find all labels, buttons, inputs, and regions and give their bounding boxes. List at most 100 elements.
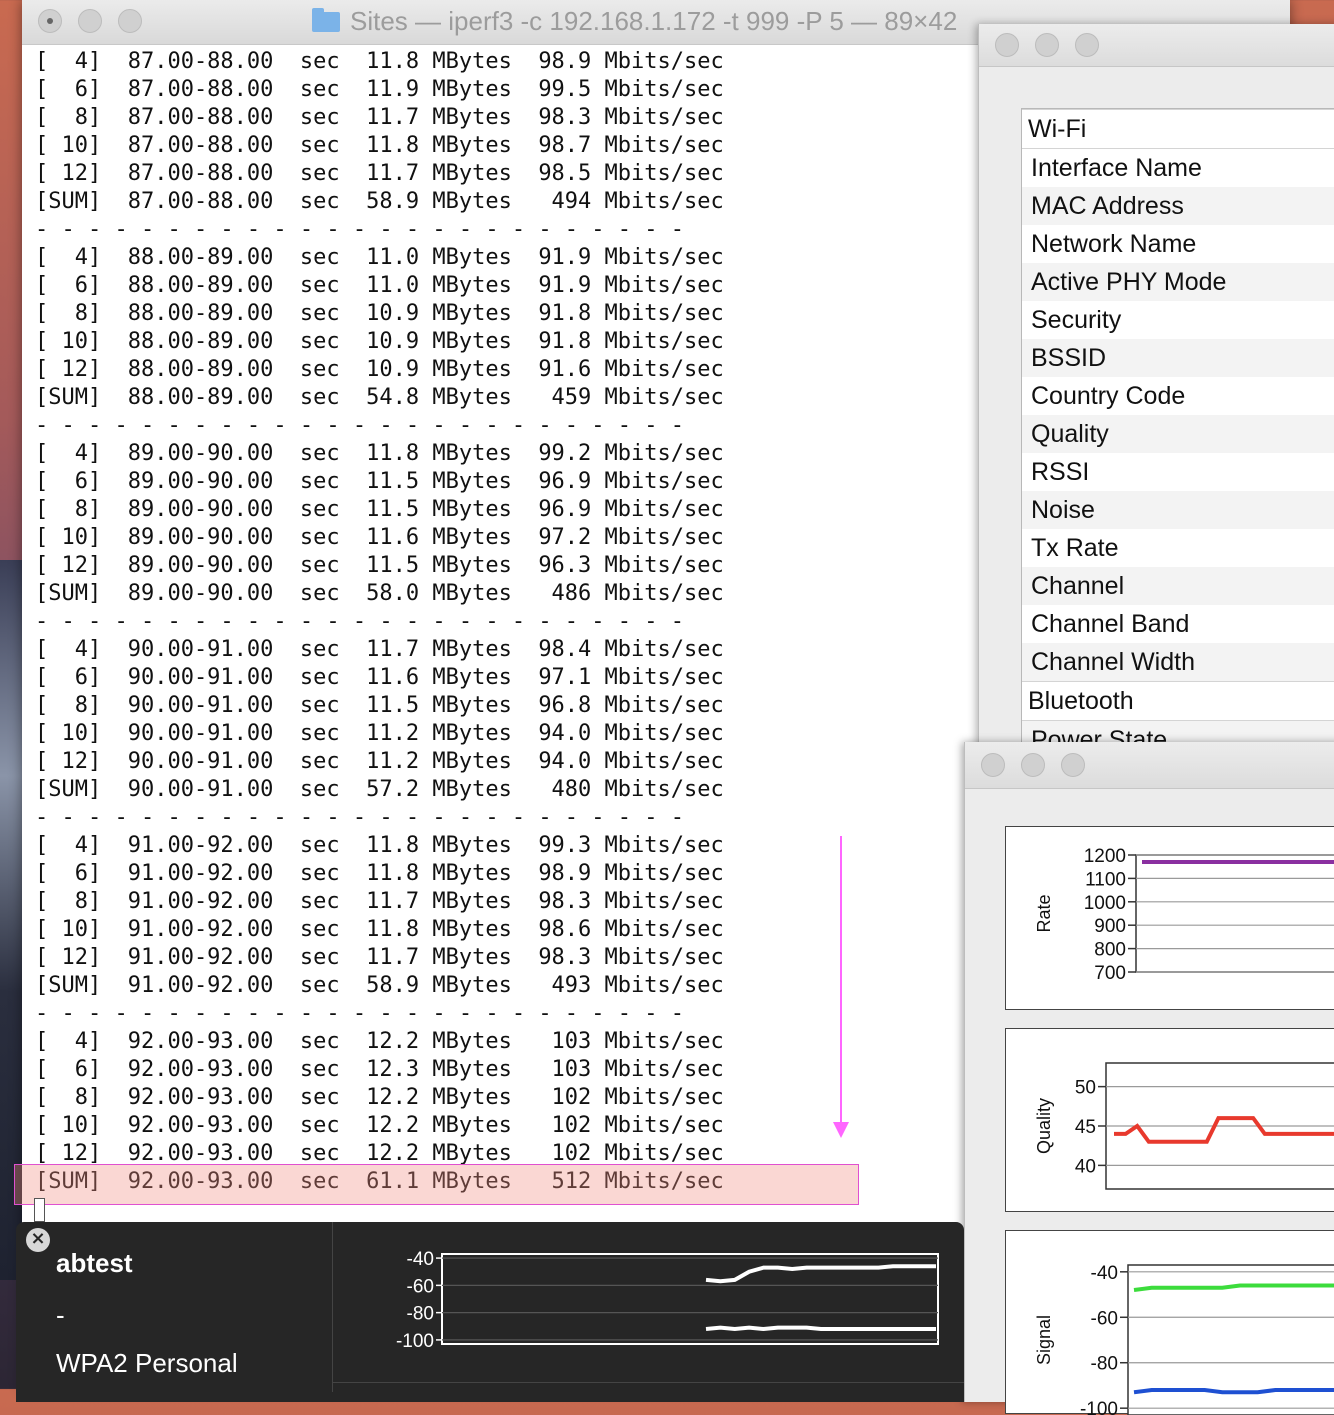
folder-icon <box>312 8 340 32</box>
minimize-button[interactable] <box>78 9 102 33</box>
output-line: [ 12] 87.00-88.00 sec 11.7 MBytes 98.5 M… <box>35 161 724 186</box>
hud-tick-label: -40 <box>407 1249 434 1270</box>
output-line: [ 10] 89.00-90.00 sec 11.6 MBytes 97.2 M… <box>35 525 724 550</box>
output-line: [ 10] 88.00-89.00 sec 10.9 MBytes 91.8 M… <box>35 329 724 354</box>
output-line: [SUM] 91.00-92.00 sec 58.9 MBytes 493 Mb… <box>35 973 724 998</box>
output-line: [ 6] 90.00-91.00 sec 11.6 MBytes 97.1 Mb… <box>35 665 724 690</box>
output-line: [ 10] 90.00-91.00 sec 11.2 MBytes 94.0 M… <box>35 721 724 746</box>
tick-label: -40 <box>1091 1263 1118 1284</box>
hud-noise-series <box>705 1325 936 1332</box>
output-line: [ 10] 87.00-88.00 sec 11.8 MBytes 98.7 M… <box>35 133 724 158</box>
plot-frame <box>1135 854 1334 973</box>
separator-line: - - - - - - - - - - - - - - - - - - - - … <box>35 413 685 438</box>
hud-dash: - <box>56 1300 65 1330</box>
info-row-wi-fi[interactable]: Wi-Fi <box>1022 109 1334 149</box>
info-row-country-code[interactable]: Country Code <box>1022 377 1334 415</box>
output-line: [ 6] 89.00-90.00 sec 11.5 MBytes 96.9 Mb… <box>35 469 724 494</box>
output-line: [ 12] 90.00-91.00 sec 11.2 MBytes 94.0 M… <box>35 749 724 774</box>
output-line: [ 6] 92.00-93.00 sec 12.3 MBytes 103 Mbi… <box>35 1057 724 1082</box>
output-line: [ 12] 91.00-92.00 sec 11.7 MBytes 98.3 M… <box>35 945 724 970</box>
tick-label: 1000 <box>1084 893 1126 914</box>
output-line: [SUM] 89.00-90.00 sec 58.0 MBytes 486 Mb… <box>35 581 724 606</box>
tick-label: 40 <box>1075 1156 1096 1177</box>
terminal-output[interactable]: [ 4] 87.00-88.00 sec 11.8 MBytes 98.9 Mb… <box>35 48 724 1196</box>
hud-rssi-series <box>705 1264 936 1284</box>
separator-line: - - - - - - - - - - - - - - - - - - - - … <box>35 1001 685 1026</box>
zoom-button[interactable] <box>118 9 142 33</box>
close-icon[interactable]: × <box>26 1228 50 1252</box>
hud-tick-label: -100 <box>396 1331 434 1352</box>
graphs-titlebar[interactable] <box>965 742 1334 789</box>
info-row-bluetooth[interactable]: Bluetooth <box>1022 681 1334 721</box>
tick-label: 45 <box>1075 1117 1096 1138</box>
info-row-rssi[interactable]: RSSI <box>1022 453 1334 491</box>
minimize-button[interactable] <box>1021 753 1045 777</box>
info-row-tx-rate[interactable]: Tx Rate <box>1022 529 1334 567</box>
close-button[interactable] <box>995 33 1019 57</box>
tick-label: 900 <box>1094 916 1126 937</box>
hud-security: WPA2 Personal <box>56 1348 238 1378</box>
axis-label: Signal <box>1034 1315 1054 1365</box>
output-line: [ 10] 92.00-93.00 sec 12.2 MBytes 102 Mb… <box>35 1113 724 1138</box>
close-button[interactable] <box>981 753 1005 777</box>
hud-tick-label: -60 <box>407 1276 434 1297</box>
info-row-network-name[interactable]: Network Name <box>1022 225 1334 263</box>
window-title-text: Sites — iperf3 -c 192.168.1.172 -t 999 -… <box>350 6 958 36</box>
hud-network-name: abtest <box>56 1248 133 1278</box>
info-row-security[interactable]: Security <box>1022 301 1334 339</box>
output-line: [ 4] 91.00-92.00 sec 11.8 MBytes 99.3 Mb… <box>35 833 724 858</box>
output-line: [ 8] 87.00-88.00 sec 11.7 MBytes 98.3 Mb… <box>35 105 724 130</box>
output-line: [ 8] 91.00-92.00 sec 11.7 MBytes 98.3 Mb… <box>35 889 724 914</box>
tick-label: 700 <box>1094 963 1126 984</box>
tick-label: 1200 <box>1084 846 1126 867</box>
info-row-active-phy-mode[interactable]: Active PHY Mode <box>1022 263 1334 301</box>
zoom-button[interactable] <box>1075 33 1099 57</box>
output-line: [ 4] 90.00-91.00 sec 11.7 MBytes 98.4 Mb… <box>35 637 724 662</box>
hud-tick-label: -80 <box>407 1304 434 1325</box>
annotation-arrow-head <box>833 1122 849 1138</box>
hud-divider-bottom <box>332 1382 964 1383</box>
window-title: Sites — iperf3 -c 192.168.1.172 -t 999 -… <box>312 6 957 37</box>
rate-graph-panel: Rate 1200 1100 1000 900 800 700 <box>1005 826 1334 1010</box>
zoom-button[interactable] <box>1061 753 1085 777</box>
minimize-button[interactable] <box>1035 33 1059 57</box>
tick-label: -100 <box>1080 1399 1118 1415</box>
info-row-noise[interactable]: Noise <box>1022 491 1334 529</box>
info-row-interface-name[interactable]: Interface Name <box>1022 149 1334 187</box>
output-line: [ 4] 89.00-90.00 sec 11.8 MBytes 99.2 Mb… <box>35 441 724 466</box>
separator-line: - - - - - - - - - - - - - - - - - - - - … <box>35 217 685 242</box>
output-line: [ 8] 88.00-89.00 sec 10.9 MBytes 91.8 Mb… <box>35 301 724 326</box>
performance-graphs-window[interactable]: Rate 1200 1100 1000 900 800 700 Quality 50 45 40 … <box>964 742 1334 1415</box>
output-line: [ 6] 88.00-89.00 sec 11.0 MBytes 91.9 Mb… <box>35 273 724 298</box>
close-button[interactable] <box>38 9 62 33</box>
axis-label: Rate <box>1034 894 1054 932</box>
output-line: [ 12] 89.00-90.00 sec 11.5 MBytes 96.3 M… <box>35 553 724 578</box>
noise-series <box>1133 1388 1334 1395</box>
info-row-channel-band[interactable]: Channel Band <box>1022 605 1334 643</box>
info-row-channel-width[interactable]: Channel Width <box>1022 643 1334 681</box>
wifi-info-window[interactable]: Wi-Fi Interface Name MAC Address Network Na… <box>978 24 1334 764</box>
output-line: [ 6] 91.00-92.00 sec 11.8 MBytes 98.9 Mb… <box>35 861 724 886</box>
output-line: [ 4] 87.00-88.00 sec 11.8 MBytes 98.9 Mb… <box>35 49 724 74</box>
output-line: [ 4] 88.00-89.00 sec 11.0 MBytes 91.9 Mb… <box>35 245 724 270</box>
output-line: [ 8] 89.00-90.00 sec 11.5 MBytes 96.9 Mb… <box>35 497 724 522</box>
tick-label: 50 <box>1075 1078 1096 1099</box>
separator-line: - - - - - - - - - - - - - - - - - - - - … <box>35 805 685 830</box>
output-line: [ 8] 90.00-91.00 sec 11.5 MBytes 96.8 Mb… <box>35 693 724 718</box>
output-line: [ 4] 92.00-93.00 sec 12.2 MBytes 103 Mbi… <box>35 1029 724 1054</box>
output-line: [ 8] 92.00-93.00 sec 12.2 MBytes 102 Mbi… <box>35 1085 724 1110</box>
tick-label: -60 <box>1091 1308 1118 1329</box>
info-row-bssid[interactable]: BSSID <box>1022 339 1334 377</box>
signal-graph-panel: Signal -40 -60 -80 -100 <box>1005 1230 1334 1415</box>
tick-label: 1100 <box>1085 869 1126 890</box>
terminal-cursor <box>34 1198 45 1222</box>
info-row-mac-address[interactable]: MAC Address <box>1022 187 1334 225</box>
info-titlebar[interactable] <box>979 24 1334 67</box>
info-row-quality[interactable]: Quality <box>1022 415 1334 453</box>
wifi-hud-panel: × abtest - WPA2 Personal -40 -60 -80 -100 <box>16 1222 964 1402</box>
output-line: [SUM] 87.00-88.00 sec 58.9 MBytes 494 Mb… <box>35 189 724 214</box>
info-row-channel[interactable]: Channel <box>1022 567 1334 605</box>
info-table[interactable]: Wi-Fi Interface Name MAC Address Network Na… <box>1021 108 1334 760</box>
output-line: [ 10] 91.00-92.00 sec 11.8 MBytes 98.6 M… <box>35 917 724 942</box>
tick-label: -80 <box>1091 1354 1118 1375</box>
